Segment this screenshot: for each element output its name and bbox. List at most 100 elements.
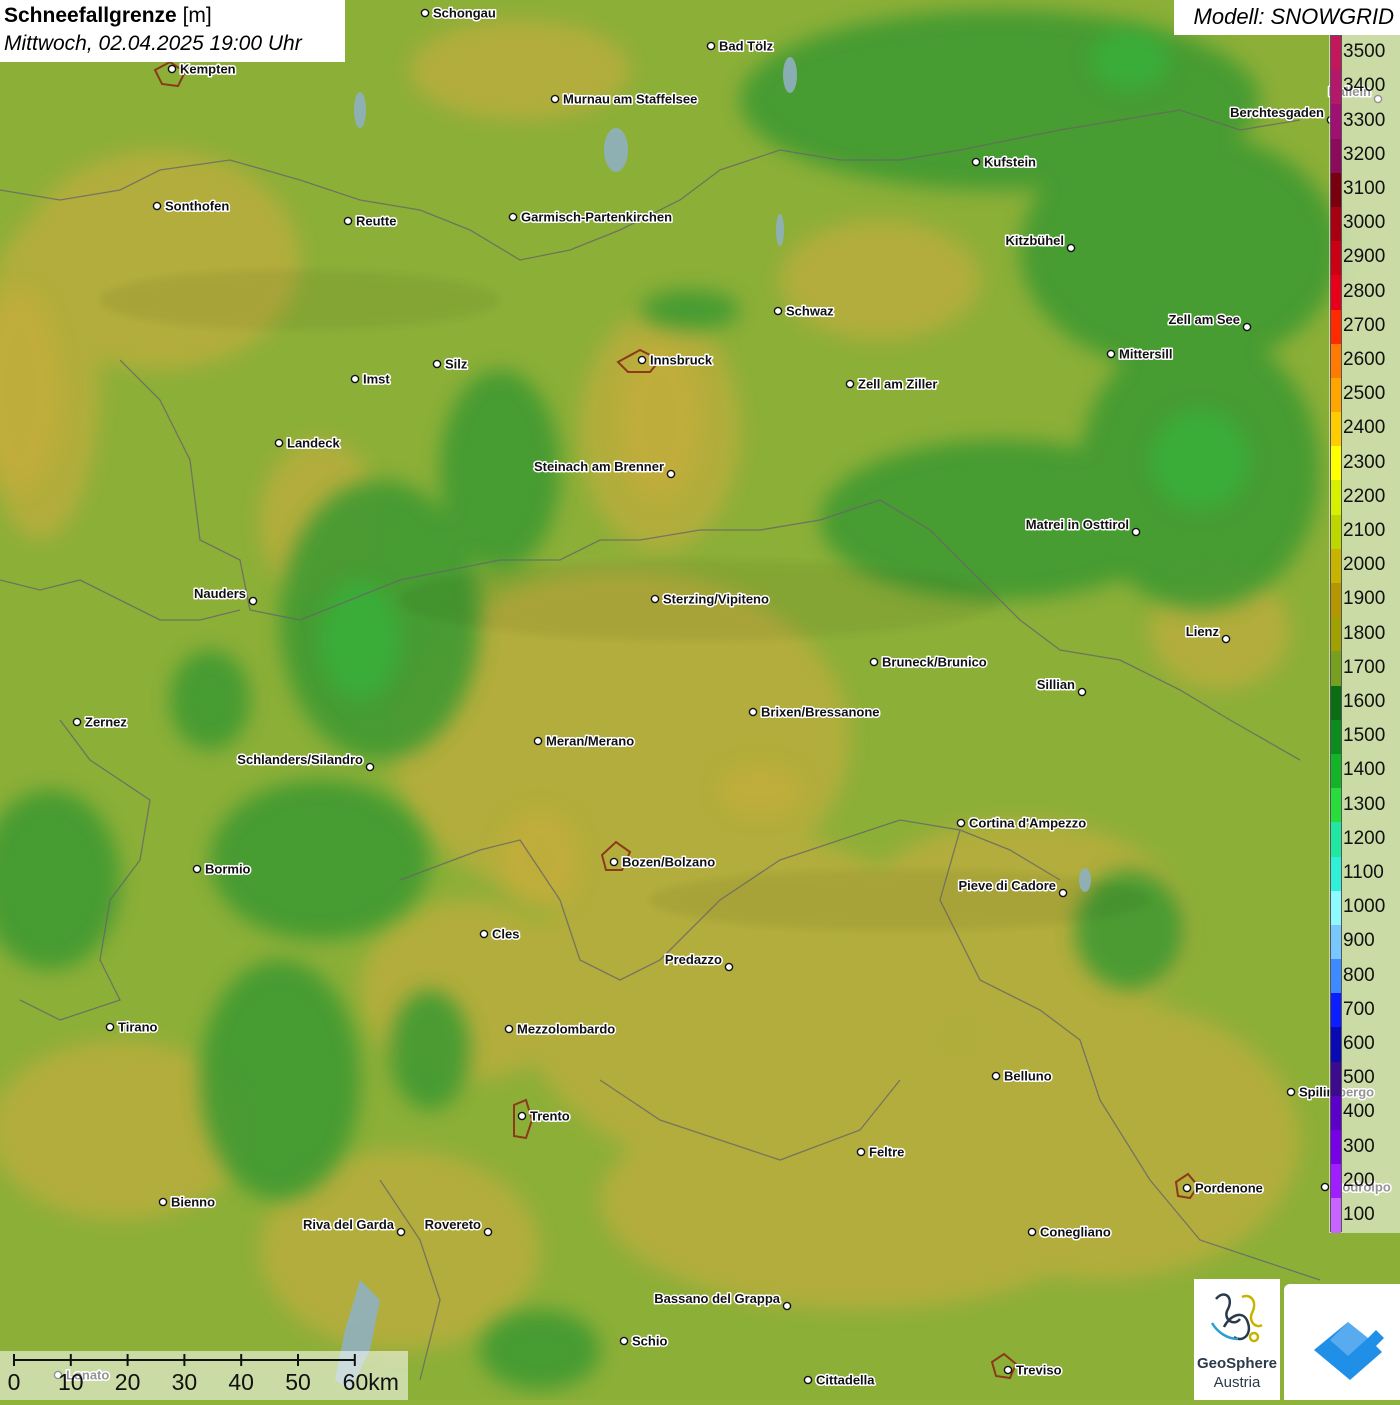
city-marker: Schongau bbox=[420, 4, 497, 22]
city-label: Tirano bbox=[118, 1020, 158, 1035]
legend-swatch bbox=[1331, 172, 1341, 207]
app-logo bbox=[1284, 1284, 1400, 1400]
legend-label: 3100 bbox=[1343, 177, 1386, 199]
map-title: Schneefallgrenze [m] bbox=[4, 2, 341, 30]
legend-label: 200 bbox=[1343, 1169, 1375, 1191]
geosphere-logo: GeoSphere Austria bbox=[1194, 1279, 1280, 1400]
city-label: Bormio bbox=[205, 862, 251, 877]
city-marker: Zell am Ziller bbox=[845, 375, 939, 393]
city-dot bbox=[550, 94, 560, 104]
legend-swatch bbox=[1331, 788, 1341, 823]
legend-label: 2700 bbox=[1343, 314, 1386, 336]
legend-label: 3300 bbox=[1343, 109, 1386, 131]
legend-swatch bbox=[1331, 617, 1341, 652]
city-dot bbox=[1003, 1365, 1013, 1375]
legend-swatch bbox=[1331, 651, 1341, 686]
city-dot bbox=[504, 1024, 514, 1034]
legend-swatch bbox=[1331, 1027, 1341, 1062]
city-dot bbox=[991, 1071, 1001, 1081]
legend-label: 1300 bbox=[1343, 793, 1386, 815]
legend-swatch bbox=[1331, 1198, 1341, 1233]
legend-label: 1700 bbox=[1343, 656, 1386, 678]
legend-label: 3000 bbox=[1343, 212, 1386, 234]
app-logo-icon bbox=[1314, 1322, 1384, 1380]
city-label: Bad Tölz bbox=[719, 39, 774, 54]
city-dot bbox=[782, 1301, 792, 1311]
city-label: Schwaz bbox=[786, 304, 834, 319]
city-label: Cortina d'Ampezzo bbox=[969, 816, 1086, 831]
legend-label: 1200 bbox=[1343, 827, 1386, 849]
legend-swatch bbox=[1331, 275, 1341, 310]
legend-swatch bbox=[1331, 856, 1341, 891]
city-dot bbox=[1320, 1182, 1330, 1192]
legend-swatch bbox=[1331, 959, 1341, 994]
city-dot bbox=[432, 359, 442, 369]
legend-label: 2100 bbox=[1343, 519, 1386, 541]
legend-swatch bbox=[1331, 993, 1341, 1028]
city-label: Treviso bbox=[1016, 1363, 1062, 1378]
snowline-map: Schongau Bad Tölz Kempten Murnau am Staffel… bbox=[0, 0, 1400, 1400]
legend-swatch bbox=[1331, 548, 1341, 583]
map-title-main: Schneefallgrenze bbox=[4, 4, 177, 27]
city-label: Bassano del Grappa bbox=[654, 1291, 780, 1306]
legend-label: 3200 bbox=[1343, 143, 1386, 165]
city-dot bbox=[619, 1336, 629, 1346]
legend-swatch bbox=[1331, 104, 1341, 139]
city-dot bbox=[343, 216, 353, 226]
legend-swatch bbox=[1331, 241, 1341, 276]
city-label: Zernez bbox=[85, 715, 127, 730]
legend-label: 1500 bbox=[1343, 725, 1386, 747]
legend-swatch bbox=[1331, 583, 1341, 618]
city-dot bbox=[350, 374, 360, 384]
city-label: Sterzing/Vipiteno bbox=[663, 592, 769, 607]
legend-swatch bbox=[1331, 412, 1341, 447]
city-dot bbox=[1182, 1183, 1192, 1193]
legend-swatch bbox=[1331, 206, 1341, 242]
city-label: Pordenone bbox=[1195, 1181, 1263, 1196]
legend-swatch bbox=[1331, 719, 1341, 754]
legend-swatch bbox=[1331, 377, 1341, 413]
city-dot bbox=[1131, 527, 1141, 537]
legend-swatch bbox=[1331, 70, 1341, 105]
city-dot bbox=[748, 707, 758, 717]
legend-swatch bbox=[1331, 446, 1341, 481]
city-dot bbox=[192, 864, 202, 874]
city-label: Bozen/Bolzano bbox=[622, 855, 715, 870]
city-dot bbox=[248, 596, 258, 606]
legend-swatch bbox=[1331, 685, 1341, 720]
legend-label: 600 bbox=[1343, 1032, 1375, 1054]
scale-label: 10 bbox=[58, 1369, 84, 1395]
legend-swatch bbox=[1331, 822, 1341, 857]
city-marker: Innsbruck bbox=[637, 351, 714, 369]
city-label: Berchtesgaden bbox=[1230, 105, 1324, 120]
legend-label: 2500 bbox=[1343, 383, 1386, 405]
city-label: Mezzolombardo bbox=[517, 1022, 615, 1037]
city-label: Schlanders/Silandro bbox=[237, 752, 363, 767]
legend-color-scale bbox=[1330, 35, 1342, 1233]
scale-label: 0 bbox=[7, 1369, 21, 1395]
legend-swatch bbox=[1331, 514, 1341, 549]
city-label: Matrei in Osttirol bbox=[1026, 517, 1129, 532]
city-dot bbox=[637, 355, 647, 365]
legend-label: 2200 bbox=[1343, 485, 1386, 507]
legend-label: 2900 bbox=[1343, 246, 1386, 268]
city-dot bbox=[365, 762, 375, 772]
city-label: Murnau am Staffelsee bbox=[563, 92, 697, 107]
city-dot bbox=[158, 1197, 168, 1207]
map-datetime: Mittwoch, 02.04.2025 19:00 Uhr bbox=[4, 32, 302, 55]
city-label: Sillian bbox=[1037, 677, 1075, 692]
city-dot bbox=[1286, 1087, 1296, 1097]
city-dot bbox=[706, 41, 716, 51]
city-label: Rovereto bbox=[425, 1217, 481, 1232]
color-legend: 3500 3400 3300 3200 3100 3000 2900 2800 2700 2600… bbox=[1329, 35, 1400, 1233]
legend-label: 1600 bbox=[1343, 690, 1386, 712]
city-marker: Murnau am Staffelsee bbox=[550, 90, 699, 108]
city-dot bbox=[869, 657, 879, 667]
city-marker: Mezzolombardo bbox=[504, 1020, 617, 1038]
city-marker: Cittadella bbox=[803, 1371, 877, 1389]
city-label: Imst bbox=[363, 372, 390, 387]
city-label: Steinach am Brenner bbox=[534, 459, 664, 474]
city-dot bbox=[517, 1111, 527, 1121]
city-label: Brixen/Bressanone bbox=[761, 705, 880, 720]
city-label: Bruneck/Brunico bbox=[882, 655, 987, 670]
